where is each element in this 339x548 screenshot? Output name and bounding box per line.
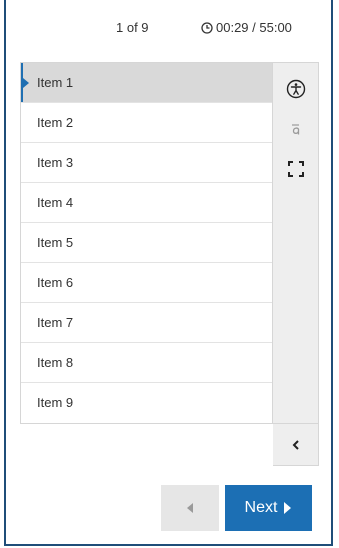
accessibility-icon — [286, 79, 305, 99]
list-item-label: Item 7 — [37, 315, 74, 330]
next-button[interactable]: Next — [225, 485, 312, 531]
list-item[interactable]: Item 5 — [21, 223, 272, 263]
list-item-label: Item 9 — [37, 395, 74, 410]
accessibility-button[interactable] — [273, 69, 318, 109]
item-list: Item 1 Item 2 Item 3 Item 4 Item 5 Item … — [20, 62, 273, 424]
list-item[interactable]: Item 3 — [21, 143, 272, 183]
collapse-panel-button[interactable] — [273, 423, 318, 466]
list-item[interactable]: Item 9 — [21, 383, 272, 423]
clock-icon — [201, 21, 213, 34]
list-item-label: Item 2 — [37, 115, 74, 130]
translate-icon — [291, 124, 299, 135]
list-item[interactable]: Item 4 — [21, 183, 272, 223]
item-counter: 1 of 9 — [116, 20, 149, 35]
timer-text: 00:29 / 55:00 — [216, 20, 292, 35]
list-item-label: Item 5 — [37, 235, 74, 250]
fullscreen-button[interactable] — [273, 149, 318, 189]
collapse-chevron-icon — [292, 440, 299, 450]
test-panel: 1 of 9 00:29 / 55:00 Item 1 Item 2 Item … — [4, 0, 333, 546]
list-item[interactable]: Item 6 — [21, 263, 272, 303]
list-item-label: Item 8 — [37, 355, 74, 370]
side-toolbar — [273, 62, 319, 466]
list-item[interactable]: Item 2 — [21, 103, 272, 143]
next-button-label: Next — [244, 499, 278, 516]
list-item[interactable]: Item 7 — [21, 303, 272, 343]
list-item-label: Item 6 — [37, 275, 74, 290]
list-item-label: Item 4 — [37, 195, 74, 210]
triangle-right-icon — [284, 502, 292, 514]
list-item[interactable]: Item 1 — [21, 63, 272, 103]
header-bar: 1 of 9 00:29 / 55:00 — [6, 0, 331, 50]
list-item-label: Item 1 — [37, 75, 74, 90]
list-item-label: Item 3 — [37, 155, 74, 170]
timer: 00:29 / 55:00 — [201, 20, 292, 35]
list-item[interactable]: Item 8 — [21, 343, 272, 383]
current-item-marker — [23, 78, 29, 88]
translate-button[interactable] — [273, 109, 318, 149]
previous-button[interactable] — [161, 485, 219, 531]
triangle-left-icon — [187, 503, 193, 513]
fullscreen-icon — [287, 161, 304, 177]
